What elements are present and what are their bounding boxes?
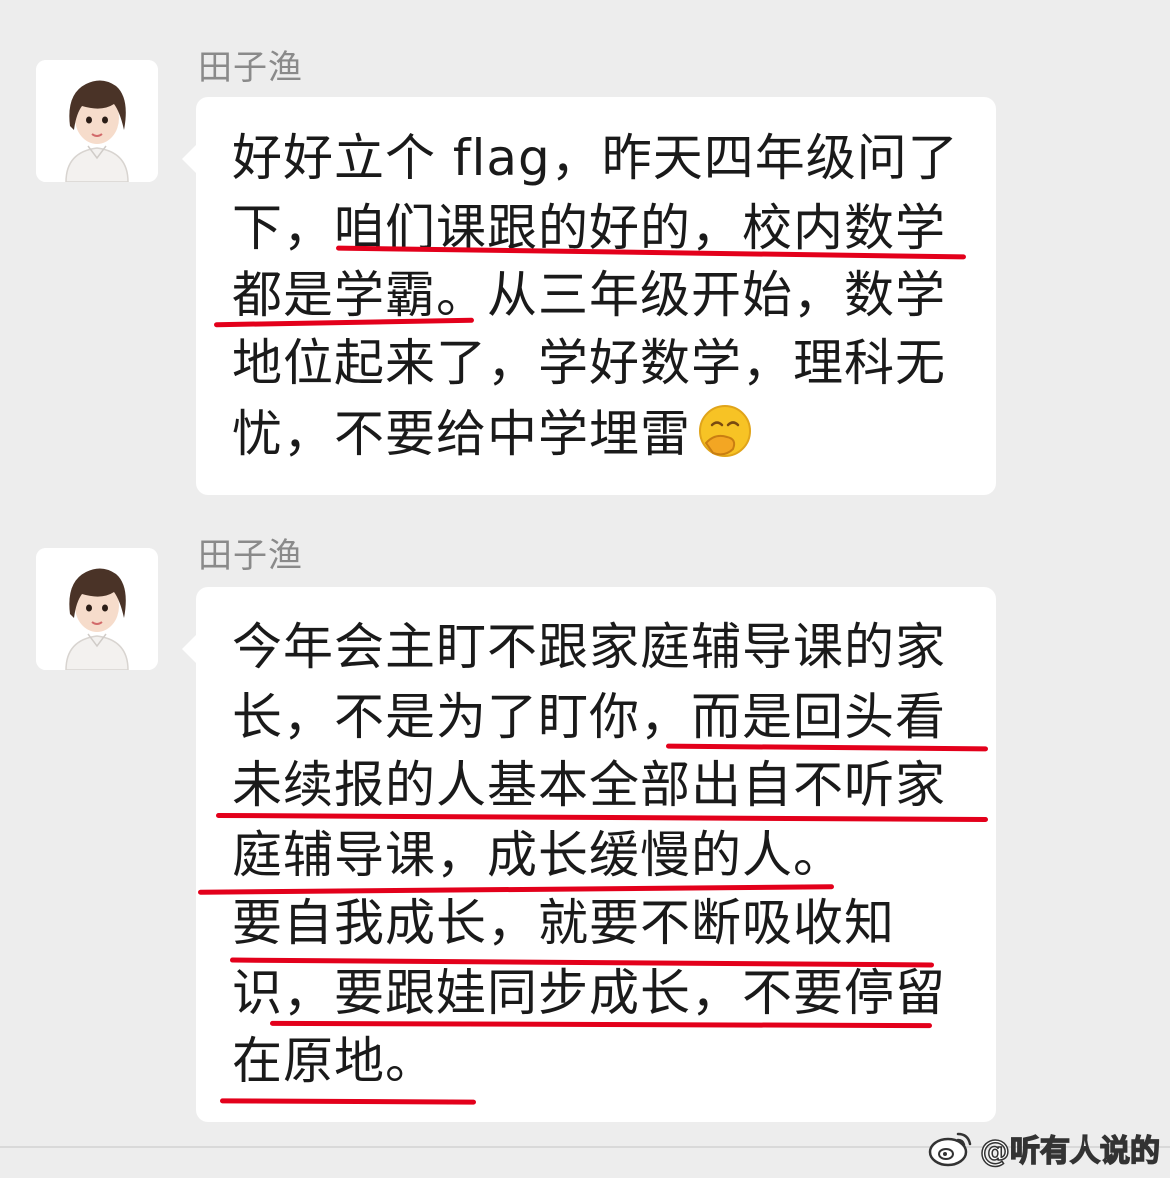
message-line: 在原地。 xyxy=(232,1032,436,1090)
message-line: 长，不是为了盯你，而是回头看 xyxy=(232,688,946,746)
watermark-text: @听有人说的 xyxy=(979,1133,1161,1170)
message-line: 都是学霸。从三年级开始，数学 xyxy=(232,266,946,324)
message-line: 今年会主盯不跟家庭辅导课的家 xyxy=(232,618,946,676)
message-line-with-emoji: 忧，不要给中学埋雷 xyxy=(232,403,753,464)
highlight-underline xyxy=(219,1098,477,1105)
weibo-logo-icon xyxy=(928,1132,972,1167)
message-line: 庭辅导课，成长缓慢的人。 xyxy=(232,826,844,884)
message-bubble[interactable]: 好好立个 flag，昨天四年级问了 下，咱们课跟的好的，校内数学 都是学霸。从三… xyxy=(182,97,996,495)
sender-name: 田子渔 xyxy=(198,536,303,576)
highlight-underline xyxy=(269,1020,933,1029)
watermark: @听有人说的 xyxy=(928,1126,1161,1170)
message-bubble[interactable]: 今年会主盯不跟家庭辅导课的家 长，不是为了盯你，而是回头看 未续报的人基本全部出… xyxy=(182,587,996,1122)
message-line: 识，要跟娃同步成长，不要停留 xyxy=(232,964,946,1022)
girl-avatar-icon xyxy=(36,548,158,670)
bubble-tail xyxy=(182,145,196,173)
bubble-tail xyxy=(182,635,196,663)
message-line: 要自我成长，就要不断吸收知 xyxy=(232,894,895,952)
message-line: 未续报的人基本全部出自不听家 xyxy=(232,756,946,814)
avatar[interactable] xyxy=(36,548,158,670)
sender-name: 田子渔 xyxy=(198,48,303,88)
message-line-text: 忧，不要给中学埋雷 xyxy=(232,405,691,463)
avatar[interactable] xyxy=(36,60,158,182)
message-line: 好好立个 flag，昨天四年级问了 xyxy=(232,129,959,187)
girl-avatar-icon xyxy=(36,60,158,182)
message-line: 地位起来了，学好数学，理科无 xyxy=(232,334,946,392)
smirk-emoji-icon xyxy=(699,405,751,457)
